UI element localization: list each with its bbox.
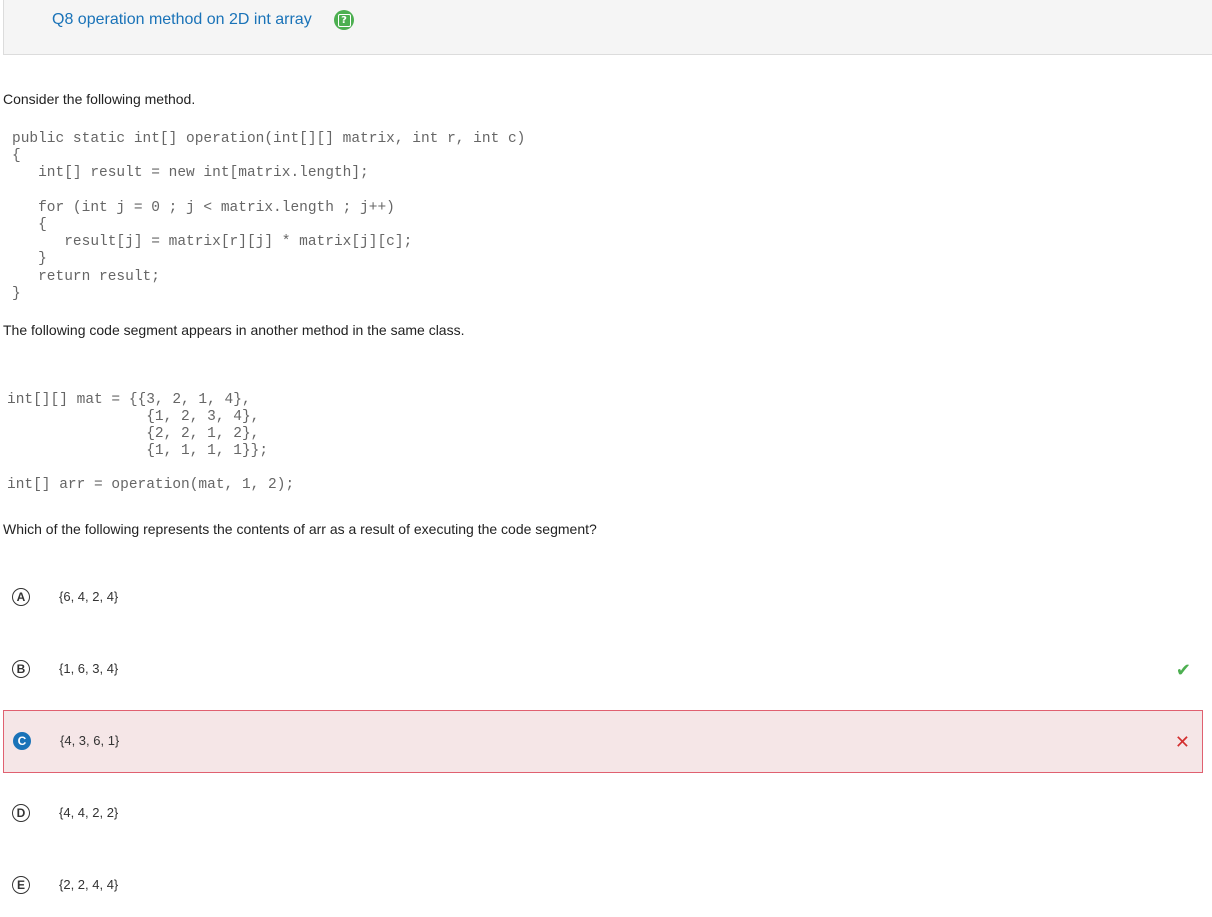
choice-c[interactable]: C {4, 3, 6, 1} ✕ [3,710,1203,773]
question-text: Which of the following represents the co… [3,521,597,537]
choice-e[interactable]: E {2, 2, 4, 4} [3,855,1203,917]
choice-letter-badge: D [12,804,30,822]
question-header: Q8 operation method on 2D int array ? [3,0,1212,55]
segment-code: int[][] mat = {{3, 2, 1, 4}, {1, 2, 3, 4… [7,392,295,493]
choice-a[interactable]: A {6, 4, 2, 4} [3,567,1203,629]
choice-letter-badge: E [12,876,30,894]
choice-text: {2, 2, 4, 4} [59,877,119,892]
prompt-intro: Consider the following method. [3,91,196,107]
checkmark-icon: ✔ [1175,660,1191,680]
cross-icon: ✕ [1174,731,1190,752]
choice-letter-badge: B [12,660,30,678]
choice-text: {6, 4, 2, 4} [59,589,119,604]
choice-text: {4, 4, 2, 2} [59,805,119,820]
help-icon[interactable]: ? [334,10,354,30]
segment-intro: The following code segment appears in an… [3,322,465,338]
choice-letter-badge: A [12,588,30,606]
choice-text: {1, 6, 3, 4} [59,661,119,676]
choice-text: {4, 3, 6, 1} [60,732,120,748]
choice-b[interactable]: B {1, 6, 3, 4} ✔ [3,639,1203,701]
method-code: public static int[] operation(int[][] ma… [12,131,526,302]
question-title: Q8 operation method on 2D int array [52,11,312,28]
choice-d[interactable]: D {4, 4, 2, 2} [3,783,1203,845]
choice-letter-badge: C [13,731,31,750]
